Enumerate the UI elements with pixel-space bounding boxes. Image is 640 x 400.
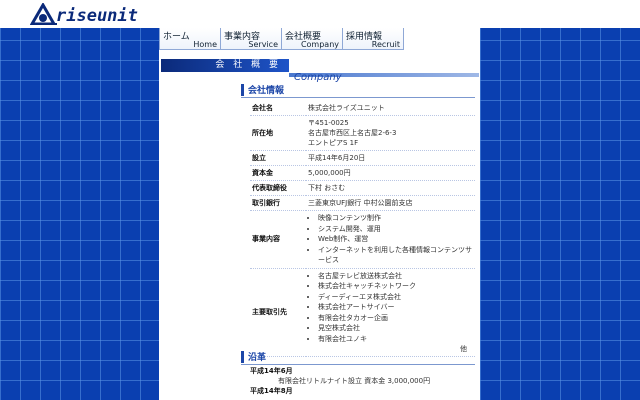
list-item: インターネットを利用した各種情報コンテンツサービス <box>318 245 473 266</box>
list-item: 有限会社タカオー企画 <box>318 313 473 324</box>
section-history: 沿革 <box>241 350 475 365</box>
list-item: 映像コンテンツ制作 <box>318 213 473 224</box>
address-line: 名古屋市西区上名古屋2-6-3 <box>308 129 397 137</box>
row-value: 〒451-0025 名古屋市西区上名古屋2-6-3 エントピアS 1F <box>306 115 475 151</box>
address-line: 〒451-0025 <box>308 119 349 127</box>
main-nav: ホーム Home 事業内容 Service 会社概要 Company 採用情報 … <box>159 28 480 51</box>
section-bar-icon <box>241 84 244 96</box>
history-text: 有限会社リトルナイト設立 資本金 3,000,000円 <box>278 377 431 385</box>
nav-recruit[interactable]: 採用情報 Recruit <box>342 28 404 50</box>
table-row: 資本金 5,000,000円 <box>250 165 475 181</box>
row-label: 事業内容 <box>250 210 306 269</box>
clients-list: 名古屋テレビ放送株式会社 株式会社キャッチネットワーク ディーディーエヌ株式会社… <box>308 271 473 345</box>
logo-text: riseunit <box>56 6 138 26</box>
table-row: 主要取引先 名古屋テレビ放送株式会社 株式会社キャッチネットワーク ディーディー… <box>250 268 475 357</box>
nav-home[interactable]: ホーム Home <box>159 28 220 50</box>
table-row: 所在地 〒451-0025 名古屋市西区上名古屋2-6-3 エントピアS 1F <box>250 115 475 151</box>
nav-home-en: Home <box>193 40 217 49</box>
list-item: システム開発、運用 <box>318 224 473 235</box>
list-item: Web制作、運営 <box>318 234 473 245</box>
nav-company[interactable]: 会社概要 Company <box>281 28 342 50</box>
history-list: 平成14年6月 有限会社リトルナイト設立 資本金 3,000,000円 平成14… <box>250 366 475 396</box>
section-title: 会社情報 <box>248 86 285 96</box>
address-line: エントピアS 1F <box>308 139 359 147</box>
row-label: 資本金 <box>250 165 306 181</box>
row-value: 5,000,000円 <box>306 165 475 181</box>
nav-service[interactable]: 事業内容 Service <box>220 28 281 50</box>
banner-title-jp: 会 社 概 要 <box>161 59 289 72</box>
page-banner: 会 社 概 要 Company <box>159 59 480 83</box>
row-value: 映像コンテンツ制作 システム開発、運用 Web制作、運営 インターネットを利用し… <box>306 210 475 269</box>
content-panel: 会 社 概 要 Company 会社情報 会社名 株式会社ライズユニット 所在地… <box>159 51 480 400</box>
list-item: 名古屋テレビ放送株式会社 <box>318 271 473 282</box>
row-label: 設立 <box>250 150 306 166</box>
row-label: 代表取締役 <box>250 180 306 196</box>
nav-service-en: Service <box>248 40 278 49</box>
nav-home-jp: ホーム <box>163 32 190 42</box>
top-header: riseunit <box>0 0 640 28</box>
list-item: 株式会社キャッチネットワーク <box>318 281 473 292</box>
row-label: 会社名 <box>250 101 306 116</box>
row-label: 主要取引先 <box>250 268 306 357</box>
table-row: 設立 平成14年6月20日 <box>250 150 475 166</box>
nav-company-en: Company <box>300 40 339 49</box>
company-info-table: 会社名 株式会社ライズユニット 所在地 〒451-0025 名古屋市西区上名古屋… <box>250 101 475 357</box>
nav-recruit-en: Recruit <box>371 40 400 49</box>
table-row: 事業内容 映像コンテンツ制作 システム開発、運用 Web制作、運営 インターネッ… <box>250 210 475 269</box>
riseunit-logo[interactable]: riseunit <box>29 2 138 26</box>
row-value: 下村 おさむ <box>306 180 475 196</box>
row-value: 平成14年6月20日 <box>306 150 475 166</box>
list-item: 有限会社ユノキ <box>318 334 473 345</box>
table-row: 会社名 株式会社ライズユニット <box>250 101 475 116</box>
section-bar-icon <box>241 351 244 363</box>
list-item: 株式会社アートサイバー <box>318 302 473 313</box>
row-value: 名古屋テレビ放送株式会社 株式会社キャッチネットワーク ディーディーエヌ株式会社… <box>306 268 475 357</box>
logo-mark-icon <box>29 2 58 26</box>
section-title: 沿革 <box>248 353 267 363</box>
table-row: 取引銀行 三菱東京UFJ銀行 中村公園前支店 <box>250 195 475 211</box>
row-value: 株式会社ライズユニット <box>306 101 475 116</box>
business-list: 映像コンテンツ制作 システム開発、運用 Web制作、運営 インターネットを利用し… <box>308 213 473 266</box>
section-company-info: 会社情報 <box>241 83 475 98</box>
history-year: 平成14年8月 <box>250 387 293 395</box>
table-row: 代表取締役 下村 おさむ <box>250 180 475 196</box>
banner-title-en: Company <box>294 72 342 83</box>
row-value: 三菱東京UFJ銀行 中村公園前支店 <box>306 195 475 211</box>
history-year: 平成14年6月 <box>250 367 293 375</box>
list-item: ディーディーエヌ株式会社 <box>318 292 473 303</box>
list-item: 見空株式会社 <box>318 323 473 334</box>
row-label: 取引銀行 <box>250 195 306 211</box>
row-label: 所在地 <box>250 115 306 151</box>
